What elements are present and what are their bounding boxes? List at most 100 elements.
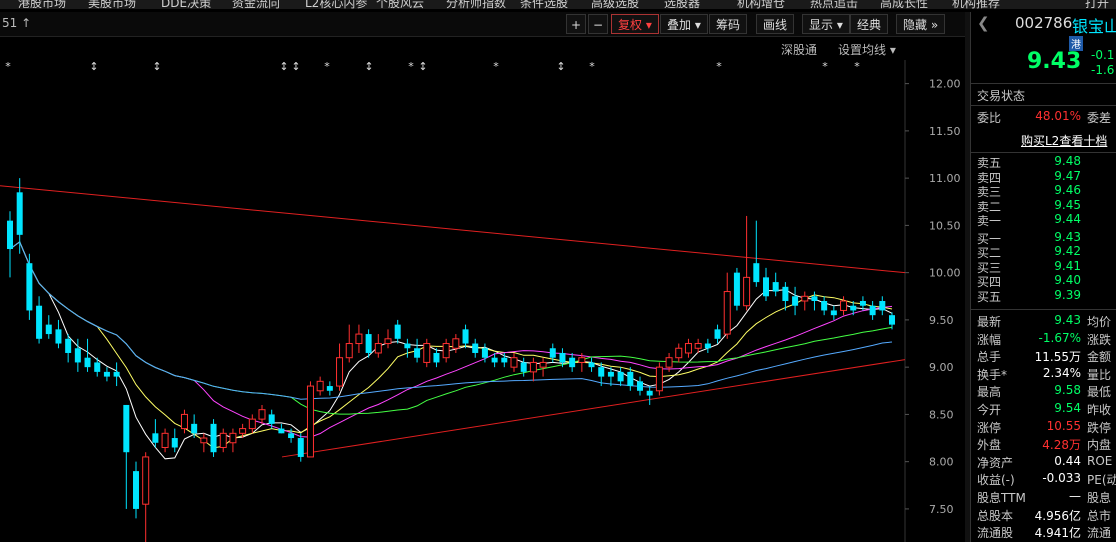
candle-body xyxy=(491,357,498,363)
ask-level-label: 卖一 xyxy=(977,214,1002,228)
top-nav-item[interactable]: 热点追击 xyxy=(810,0,858,9)
candle-body xyxy=(133,471,139,509)
candle-body xyxy=(45,324,52,335)
hide-button[interactable]: 隐藏 » xyxy=(896,14,946,34)
candle-body xyxy=(316,380,324,392)
bid-price: 9.39 xyxy=(1054,287,1081,302)
candle-body xyxy=(607,371,614,377)
top-nav-item[interactable]: 分析师指数 xyxy=(446,0,506,9)
candle-body xyxy=(65,338,72,353)
deep-link-label[interactable]: 深股通 xyxy=(781,41,817,58)
stat-label: 涨幅 xyxy=(977,332,1002,347)
candle-body xyxy=(569,357,576,368)
candle-body xyxy=(36,305,43,339)
event-marker: ↕ xyxy=(89,60,98,73)
candle-body xyxy=(219,432,227,448)
bid-price: 9.43 xyxy=(1054,229,1081,244)
kline-chart[interactable]: 12.00 11.50 11.00 10.50 10.00 9.50 9.00 8.50 8.0… xyxy=(0,60,965,542)
zoom-in-button[interactable]: + xyxy=(566,14,586,34)
candle-body xyxy=(665,357,673,368)
candle-body xyxy=(714,329,721,339)
candle-body xyxy=(830,310,837,316)
candle-body xyxy=(510,357,518,368)
price-change: -0.1 xyxy=(1091,48,1115,62)
stat-label: 收益(-) xyxy=(977,473,1015,488)
stat-value: 9.43 xyxy=(1054,313,1081,327)
top-nav-item[interactable]: DDE决策 xyxy=(161,0,211,9)
stat-label: 流通股 xyxy=(977,526,1014,541)
ma-settings-button[interactable]: 设置均线 ▾ xyxy=(838,41,896,58)
classic-button[interactable]: 经典 xyxy=(850,14,889,34)
stat-label: 外盘 xyxy=(977,438,1002,453)
chevron-down-icon: ▾ xyxy=(694,18,701,32)
divider xyxy=(971,309,1116,310)
candle-body xyxy=(180,413,188,430)
top-nav-item[interactable]: 美股市场 xyxy=(88,0,136,9)
zoom-out-button[interactable]: − xyxy=(588,14,608,34)
fuquan-button[interactable]: 复权 ▾ xyxy=(611,14,659,34)
display-button[interactable]: 显示 ▾ xyxy=(802,14,850,34)
overlay-button[interactable]: 叠加 ▾ xyxy=(660,14,708,34)
top-nav-item[interactable]: 选股器 xyxy=(664,0,700,9)
top-nav-item[interactable]: 机构增仓 xyxy=(737,0,785,9)
double-chevron-right-icon: » xyxy=(930,18,939,32)
candle-body xyxy=(171,438,178,448)
bid-price: 9.42 xyxy=(1054,244,1081,258)
stat-label: 总手 xyxy=(977,350,1002,365)
prev-stock-icon[interactable]: ❮ xyxy=(977,14,990,32)
stat-value: 4.941亿 xyxy=(1034,526,1081,541)
quote-panel: ❮ 002786 银宝山 港 9.43 -0.1 -1.6 交易状态 委比 48… xyxy=(970,12,1116,542)
top-nav-item[interactable]: 机构推荐 xyxy=(952,0,1000,9)
y-tick-label: 7.50 xyxy=(929,503,954,516)
candle-body xyxy=(394,324,401,339)
candle-body xyxy=(520,362,527,372)
stat-value: -0.033 xyxy=(1042,471,1081,486)
weibi-value: 48.01% xyxy=(1035,109,1081,123)
chips-button[interactable]: 筹码 xyxy=(709,14,748,34)
candle-body xyxy=(297,438,304,457)
resistance-trendline xyxy=(0,185,906,274)
top-nav-item[interactable]: 个股风云 xyxy=(376,0,424,9)
l2-purchase-link[interactable]: 购买L2查看十档 xyxy=(1021,132,1107,149)
candle-body xyxy=(191,423,198,434)
stat-label: 股息TTM xyxy=(977,491,1026,505)
stat-value: — xyxy=(1069,489,1081,503)
ma20-line xyxy=(9,241,893,438)
candle-body xyxy=(248,418,256,430)
stat-value: 4.28万 xyxy=(1042,438,1081,453)
top-nav-item[interactable]: 资金流向 xyxy=(232,0,280,9)
ma60-line xyxy=(9,241,893,400)
candle-body xyxy=(811,296,818,301)
candle-body xyxy=(675,347,683,359)
candle-body xyxy=(16,192,23,235)
stat-label: 换手* xyxy=(977,367,1008,382)
candle-body xyxy=(288,433,295,439)
candle-body xyxy=(384,338,392,345)
stat-label: 净资产 xyxy=(977,455,1014,470)
stat-label-right: 均价 xyxy=(1087,315,1112,329)
top-nav-item[interactable]: 港股市场 xyxy=(18,0,66,9)
ask-price: 9.46 xyxy=(1054,183,1081,197)
stat-value: 0.44 xyxy=(1054,453,1081,468)
top-nav-item[interactable]: 打开 xyxy=(1085,0,1109,9)
top-nav-item[interactable]: 条件选股 xyxy=(520,0,568,9)
fuquan-label: 复权 xyxy=(618,18,643,32)
candle-body xyxy=(850,305,857,311)
candle-body xyxy=(782,286,789,301)
candle-body xyxy=(684,343,692,354)
hide-label: 隐藏 xyxy=(903,18,928,32)
candle-body xyxy=(617,371,624,382)
stat-label-right: 金额 xyxy=(1087,350,1112,365)
top-nav-item[interactable]: 高成长性 xyxy=(880,0,928,9)
event-marker: * xyxy=(854,60,860,73)
top-nav-item[interactable]: L2核心内参 xyxy=(305,0,367,9)
draw-line-button[interactable]: 画线 xyxy=(756,14,795,34)
event-marker: * xyxy=(5,60,11,73)
top-nav-item[interactable]: 高级选股 xyxy=(591,0,639,9)
candle-body xyxy=(559,352,566,363)
candle-body xyxy=(142,456,150,505)
price-change-pct: -1.6 xyxy=(1091,63,1115,77)
y-tick-label: 9.00 xyxy=(929,361,954,374)
stat-label-right: 昨收 xyxy=(1087,403,1112,417)
candle-body xyxy=(326,386,333,391)
